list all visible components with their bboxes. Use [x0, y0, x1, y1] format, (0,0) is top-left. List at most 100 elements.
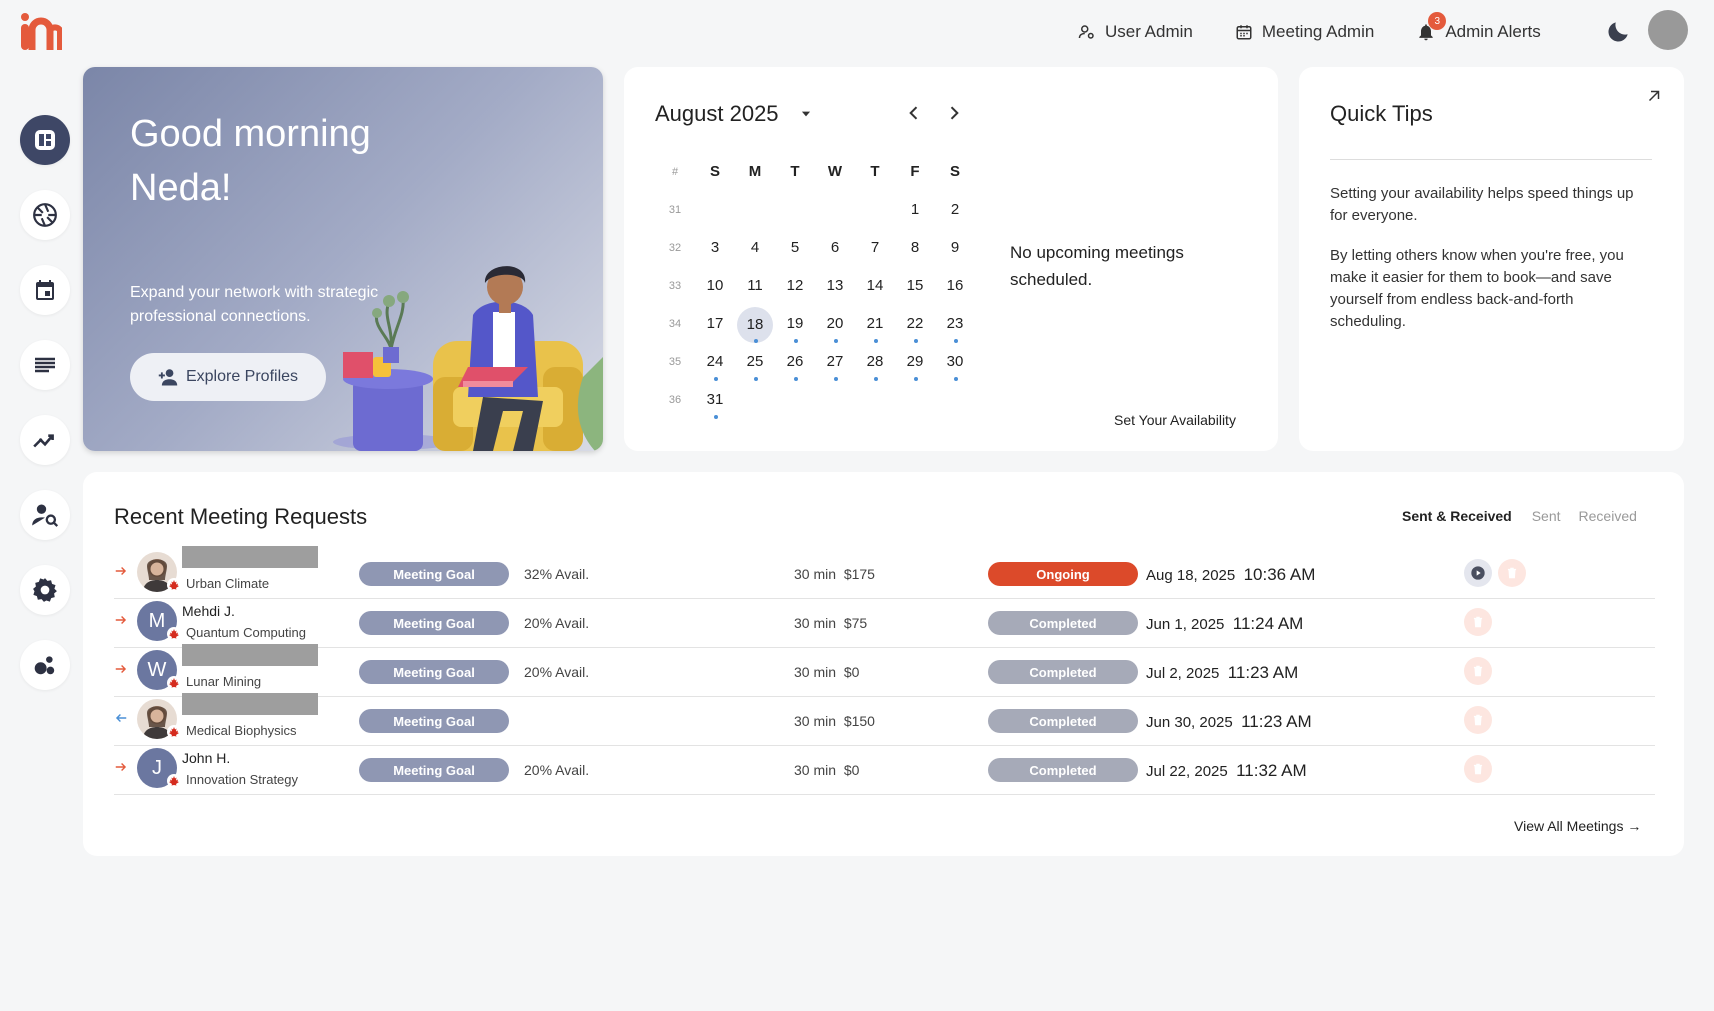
delete-button[interactable]: [1464, 755, 1492, 783]
calendar-day[interactable]: 2: [935, 193, 975, 227]
table-row[interactable]: J John H. Innovation Strategy Meeting Goal 2…: [114, 742, 1655, 795]
delete-button[interactable]: [1464, 608, 1492, 636]
meeting-goal-badge[interactable]: Meeting Goal: [359, 611, 509, 635]
calendar-day[interactable]: 21: [855, 307, 895, 343]
price: $75: [843, 615, 868, 631]
table-row[interactable]: M Mehdi J. Quantum Computing Meeting Goal 20…: [114, 595, 1655, 648]
delete-button[interactable]: [1498, 559, 1526, 587]
app-logo[interactable]: [18, 12, 62, 52]
day-number: 4: [750, 239, 760, 256]
calendar-day[interactable]: 8: [895, 231, 935, 265]
meeting-admin-link[interactable]: Meeting Admin: [1235, 22, 1374, 42]
contact-name[interactable]: Mehdi J.: [182, 603, 235, 619]
canada-flag-icon: [167, 774, 181, 788]
table-row[interactable]: Urban Climate Meeting Goal 32% Avail. 30 mi…: [114, 546, 1655, 599]
day-number: 13: [826, 277, 844, 294]
chevron-left-icon[interactable]: [904, 103, 924, 123]
calendar-day[interactable]: 18: [735, 307, 775, 343]
calendar-day[interactable]: 22: [895, 307, 935, 343]
calendar-day[interactable]: 1: [895, 193, 935, 227]
calendar-day[interactable]: 24: [695, 345, 735, 381]
sidebar-item-dashboard[interactable]: [20, 115, 70, 165]
calendar-day[interactable]: 17: [695, 307, 735, 341]
contact-field: Innovation Strategy: [186, 772, 299, 787]
list-icon: [35, 357, 55, 373]
calendar-day[interactable]: 31: [695, 383, 735, 419]
filter-received[interactable]: Received: [1579, 508, 1637, 524]
meeting-goal-badge[interactable]: Meeting Goal: [359, 709, 509, 733]
user-avatar[interactable]: [1648, 10, 1688, 50]
calendar-day[interactable]: 16: [935, 269, 975, 303]
calendar-empty: [855, 193, 895, 227]
meeting-goal-badge[interactable]: Meeting Goal: [359, 562, 509, 586]
set-availability-link[interactable]: Set Your Availability: [1114, 412, 1236, 428]
table-row[interactable]: W Lunar Mining Meeting Goal 20% Avail. 30 mi…: [114, 644, 1655, 697]
meeting-dot: [874, 377, 878, 381]
sidebar-item-user-search[interactable]: [20, 490, 70, 540]
meeting-dot: [714, 415, 718, 419]
meeting-goal-badge[interactable]: Meeting Goal: [359, 660, 509, 684]
explore-profiles-button[interactable]: Explore Profiles: [130, 353, 326, 401]
day-number: 17: [706, 315, 724, 332]
filter-sent[interactable]: Sent: [1532, 508, 1561, 524]
calendar-day[interactable]: 12: [775, 269, 815, 303]
calendar-day[interactable]: 27: [815, 345, 855, 381]
calendar-day[interactable]: 7: [855, 231, 895, 265]
chevron-down-icon[interactable]: [799, 107, 813, 121]
delete-button[interactable]: [1464, 657, 1492, 685]
admin-alerts-link[interactable]: 3 Admin Alerts: [1416, 12, 1541, 42]
calendar-day[interactable]: 29: [895, 345, 935, 381]
quick-tips-title: Quick Tips: [1330, 101, 1433, 126]
day-number: 31: [706, 391, 724, 408]
sidebar-item-community[interactable]: [20, 640, 70, 690]
open-external-icon[interactable]: [1645, 87, 1663, 105]
view-all-meetings-link[interactable]: View All Meetings →: [1514, 818, 1641, 834]
chevron-right-icon[interactable]: [944, 103, 964, 123]
day-number: 8: [910, 239, 920, 256]
contact-name[interactable]: John H.: [182, 750, 230, 766]
delete-button[interactable]: [1464, 706, 1492, 734]
calendar-day[interactable]: 11: [735, 269, 775, 303]
filter-sent-received[interactable]: Sent & Received: [1402, 508, 1512, 524]
sidebar-item-calendar[interactable]: [20, 265, 70, 315]
calendar-day[interactable]: 5: [775, 231, 815, 265]
calendar-day[interactable]: 26: [775, 345, 815, 381]
trash-icon: [1473, 665, 1483, 677]
calendar-day[interactable]: 20: [815, 307, 855, 343]
calendar-week-row: 31 1 2: [655, 191, 975, 229]
calendar-day[interactable]: 15: [895, 269, 935, 303]
meeting-dot: [714, 377, 718, 381]
meeting-dot: [914, 377, 918, 381]
table-row[interactable]: Medical Biophysics Meeting Goal 30 min $15…: [114, 693, 1655, 746]
calendar-day[interactable]: 10: [695, 269, 735, 303]
sidebar-item-list[interactable]: [20, 340, 70, 390]
calendar-day[interactable]: 30: [935, 345, 975, 381]
canada-flag-icon: [167, 627, 181, 641]
meeting-goal-badge[interactable]: Meeting Goal: [359, 758, 509, 782]
direction-arrow-icon: [115, 665, 127, 673]
day-number: 18: [737, 307, 773, 343]
calendar-day[interactable]: 4: [735, 231, 775, 265]
sidebar-item-settings[interactable]: [20, 565, 70, 615]
canada-flag-icon: [167, 676, 181, 690]
calendar-day[interactable]: 28: [855, 345, 895, 381]
alerts-badge: 3: [1428, 12, 1447, 30]
availability-text: 20% Avail.: [524, 615, 590, 631]
calendar-day[interactable]: 19: [775, 307, 815, 343]
play-button[interactable]: [1464, 559, 1492, 587]
duration-price: 30 min $150: [794, 713, 875, 729]
calendar-day[interactable]: 14: [855, 269, 895, 303]
sidebar-item-explore[interactable]: [20, 190, 70, 240]
calendar-day[interactable]: 13: [815, 269, 855, 303]
day-number: 30: [946, 353, 964, 370]
calendar-day[interactable]: 6: [815, 231, 855, 265]
calendar-day[interactable]: 9: [935, 231, 975, 265]
meeting-time: 10:36 AM: [1243, 565, 1316, 584]
calendar-day[interactable]: 3: [695, 231, 735, 265]
duration: 30 min: [794, 762, 837, 778]
calendar-day[interactable]: 25: [735, 345, 775, 381]
moon-icon[interactable]: [1606, 18, 1632, 44]
sidebar-item-analytics[interactable]: [20, 415, 70, 465]
user-admin-link[interactable]: User Admin: [1078, 22, 1193, 42]
calendar-day[interactable]: 23: [935, 307, 975, 343]
